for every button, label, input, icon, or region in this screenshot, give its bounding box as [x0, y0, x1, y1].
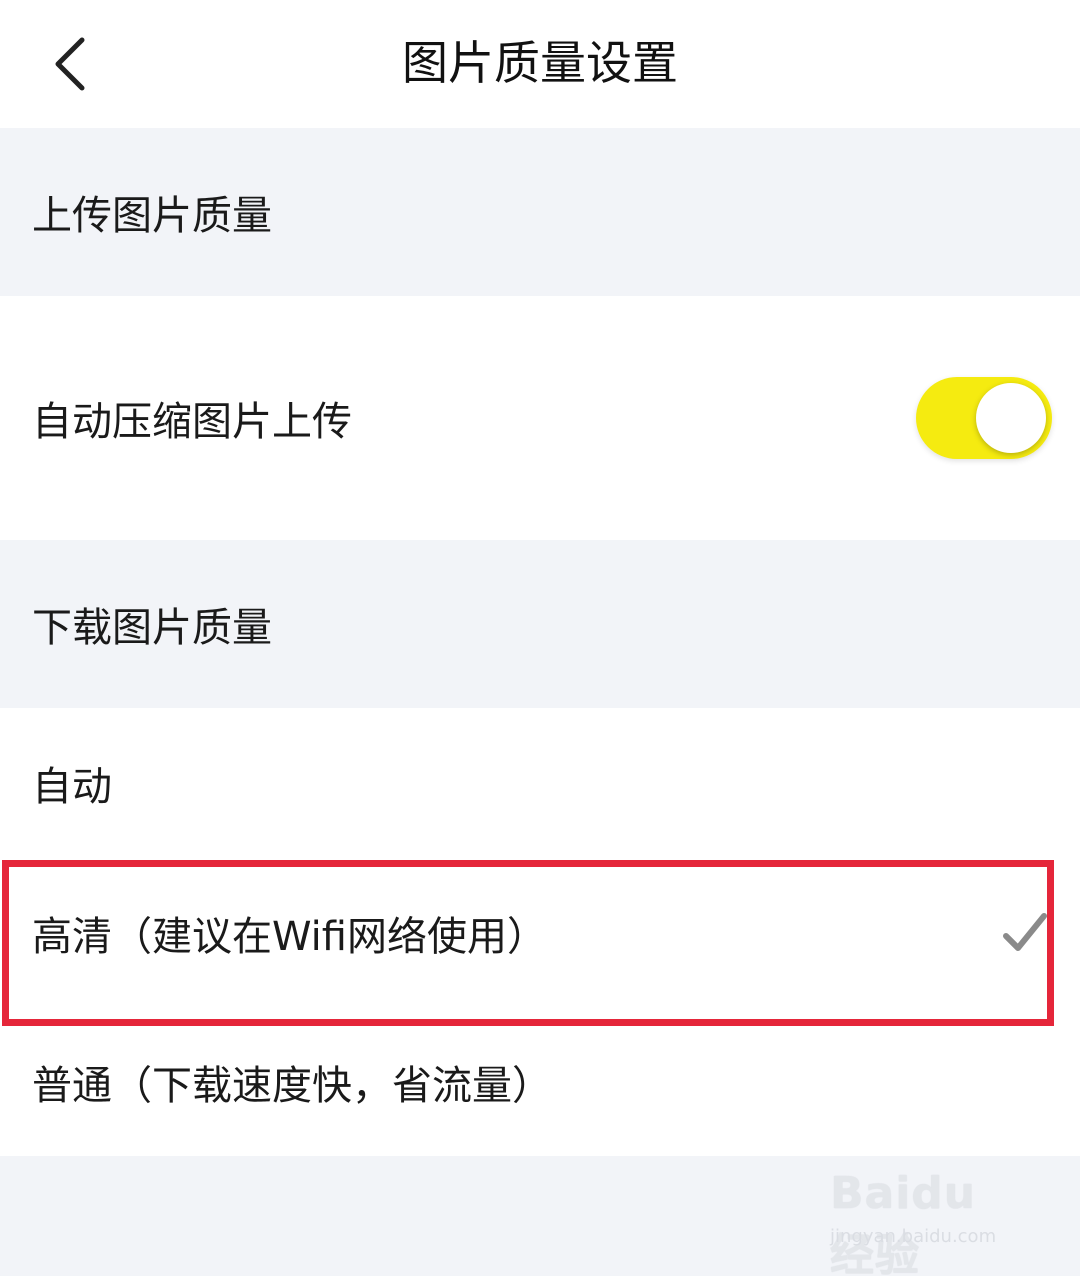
section-header-download: 下载图片质量: [0, 540, 1080, 708]
nav-bar: 图片质量设置: [0, 0, 1080, 128]
option-label: 普通（下载速度快，省流量）: [32, 1063, 552, 1109]
section-title-upload: 上传图片质量: [32, 193, 272, 239]
download-option-hd[interactable]: 高清（建议在Wifi网络使用）: [0, 858, 1080, 1008]
toggle-knob: [976, 383, 1046, 453]
watermark-url: jingyan.baidu.com: [830, 1226, 997, 1247]
page-title: 图片质量设置: [402, 36, 678, 90]
section-header-upload: 上传图片质量: [0, 128, 1080, 296]
checkmark-icon: [1003, 913, 1047, 951]
auto-compress-toggle[interactable]: [916, 377, 1052, 459]
baidu-watermark: Baidu经验 jingyan.baidu.com: [820, 1160, 1020, 1276]
watermark-logo: Baidu经验: [830, 1168, 977, 1276]
auto-compress-label: 自动压缩图片上传: [32, 399, 352, 445]
auto-compress-row: 自动压缩图片上传: [0, 296, 1080, 540]
download-option-auto[interactable]: 自动: [0, 708, 1080, 858]
section-title-download: 下载图片质量: [32, 605, 272, 651]
option-label: 高清（建议在Wifi网络使用）: [32, 914, 547, 960]
option-label: 自动: [32, 764, 112, 810]
download-option-normal[interactable]: 普通（下载速度快，省流量）: [0, 1008, 1080, 1156]
